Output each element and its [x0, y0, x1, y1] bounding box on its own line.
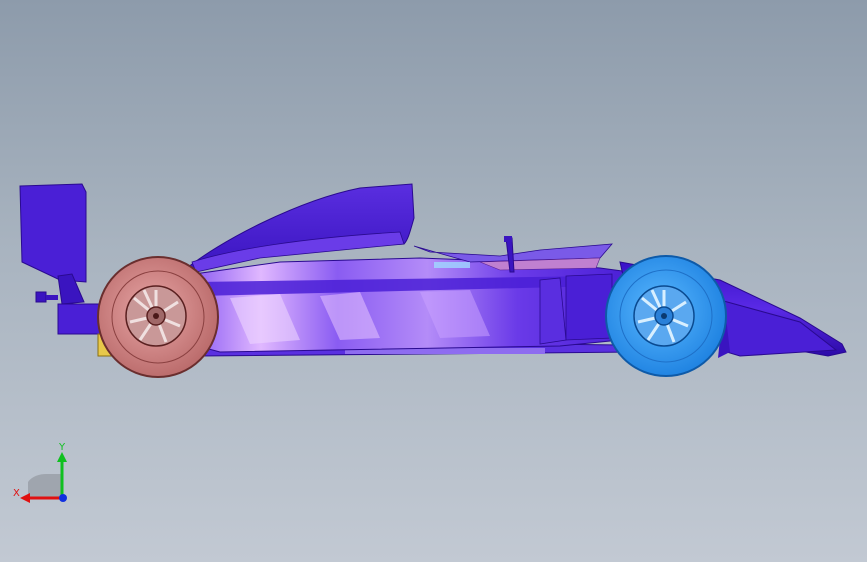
triad-plane: [28, 474, 62, 498]
cockpit: [413, 236, 613, 273]
orientation-triad: Y X: [13, 442, 67, 503]
x-axis-label: X: [13, 488, 20, 499]
front-wheel: [605, 255, 727, 377]
race-car-model[interactable]: [0, 0, 867, 562]
graphics-viewport[interactable]: Y X: [0, 0, 867, 562]
y-axis-label: Y: [58, 442, 66, 453]
body-reflection: [230, 290, 490, 344]
rear-wheel: [97, 256, 219, 378]
z-axis-dot: [59, 494, 67, 502]
rear-wing: [19, 183, 87, 305]
